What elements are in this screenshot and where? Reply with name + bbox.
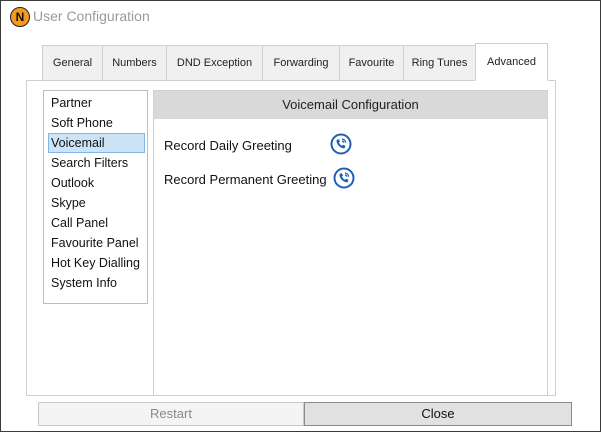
tab-general[interactable]: General [42,45,102,81]
advanced-category-list: Partner Soft Phone Voicemail Search Filt… [43,90,148,304]
app-logo-icon: N [10,7,30,27]
tab-forwarding[interactable]: Forwarding [262,45,339,81]
sidebar-item-skype[interactable]: Skype [48,193,145,213]
sidebar-item-partner[interactable]: Partner [48,93,145,113]
tab-dnd-exception[interactable]: DND Exception [166,45,262,81]
window-title: User Configuration [33,8,150,24]
section-header: Voicemail Configuration [154,91,547,119]
sidebar-item-favourite-panel[interactable]: Favourite Panel [48,233,145,253]
tab-advanced[interactable]: Advanced [475,43,548,81]
record-permanent-greeting-label: Record Permanent Greeting [164,172,327,187]
sidebar-item-search-filters[interactable]: Search Filters [48,153,145,173]
title-bar: N User Configuration [1,1,600,33]
tab-favourite[interactable]: Favourite [339,45,403,81]
tab-ring-tunes[interactable]: Ring Tunes [403,45,475,81]
restart-button[interactable]: Restart [38,402,304,426]
record-daily-greeting-label: Record Daily Greeting [164,138,292,153]
sidebar-item-hot-key-dialling[interactable]: Hot Key Dialling [48,253,145,273]
app-logo-letter: N [15,10,25,24]
tab-bar: General Numbers DND Exception Forwarding… [42,43,548,81]
close-button[interactable]: Close [304,402,572,426]
sidebar-item-system-info[interactable]: System Info [48,273,145,293]
sidebar-item-call-panel[interactable]: Call Panel [48,213,145,233]
phone-call-icon[interactable] [330,133,352,155]
sidebar-item-voicemail[interactable]: Voicemail [48,133,145,153]
sidebar-item-soft-phone[interactable]: Soft Phone [48,113,145,133]
sidebar-item-outlook[interactable]: Outlook [48,173,145,193]
voicemail-configuration-panel: Voicemail Configuration Record Daily Gre… [153,90,548,396]
phone-call-icon[interactable] [333,167,355,189]
tab-numbers[interactable]: Numbers [102,45,166,81]
